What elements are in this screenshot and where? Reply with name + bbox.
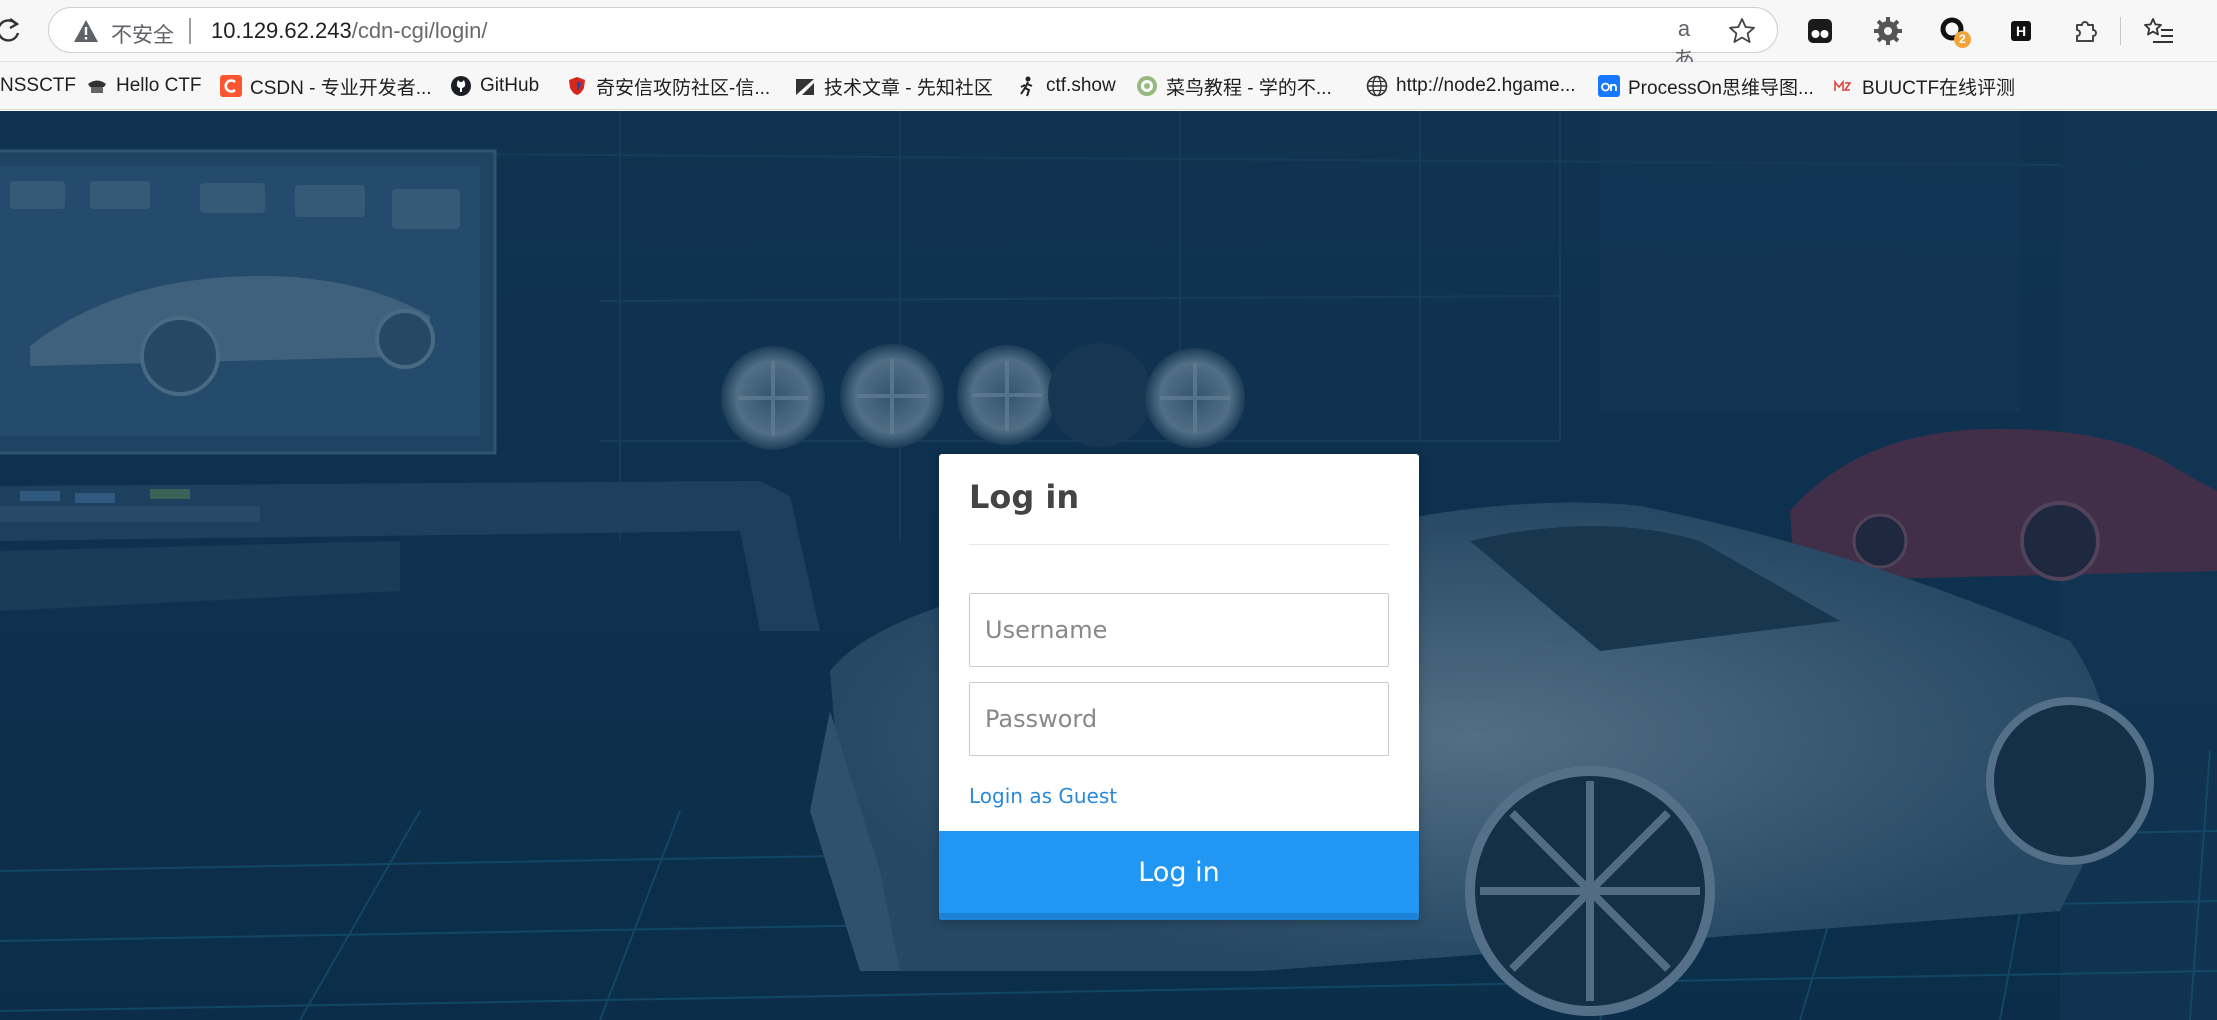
login-card: Log in Login as Guest Log in (939, 454, 1419, 920)
bookmark-hello-ctf[interactable]: Hello CTF (86, 70, 202, 102)
h-extension-icon[interactable]: H (2004, 14, 2038, 48)
login-button[interactable]: Log in (939, 831, 1419, 920)
bookmark-csdn[interactable]: CSDN - 专业开发者... (220, 70, 432, 102)
gear-extension-icon[interactable] (1871, 14, 1905, 48)
qianxin-icon (569, 77, 585, 95)
bookmark-github[interactable]: GitHub (450, 70, 539, 102)
address-bar[interactable]: 不安全 10.129.62.243/cdn-cgi/login/ aあ (48, 7, 1778, 72)
bookmarks-bar: NSSCTF Hello CTF CSDN - 专业开发者... GitHub … (0, 62, 2217, 110)
bookmark-label: 技术文章 - 先知社区 (824, 77, 993, 99)
badge-extension-icon[interactable]: 2 (1937, 14, 1971, 48)
bookmark-label: ProcessOn思维导图... (1628, 77, 1814, 99)
bookmark-xianzhi[interactable]: 技术文章 - 先知社区 (794, 70, 993, 102)
not-secure-warning-icon[interactable] (73, 18, 99, 44)
bookmark-runoob[interactable]: 菜鸟教程 - 学的不... (1136, 70, 1332, 102)
globe-icon (1366, 75, 1388, 97)
bookmark-processon[interactable]: ProcessOn思维导图... (1598, 70, 1814, 102)
extension-badge-count: 2 (1954, 31, 1971, 48)
bookmark-label: CSDN - 专业开发者... (250, 77, 432, 99)
github-icon (451, 76, 471, 96)
toolbar-separator (2120, 17, 2121, 45)
login-title: Log in (969, 478, 1080, 516)
bookmark-buuctf[interactable]: BUUCTF在线评测 (1832, 70, 2015, 102)
login-as-guest-link[interactable]: Login as Guest (969, 784, 1117, 808)
bookmark-label: 奇安信攻防社区-信... (596, 77, 771, 99)
address-divider (189, 18, 191, 44)
not-secure-label[interactable]: 不安全 (111, 19, 174, 49)
buuctf-icon (1834, 79, 1852, 91)
bookmark-label: BUUCTF在线评测 (1862, 77, 2016, 99)
bookmark-label: http://node2.hgame... (1396, 75, 1576, 96)
xianzhi-icon (796, 79, 814, 95)
processon-icon (1598, 75, 1620, 97)
csdn-icon (220, 75, 242, 97)
favorites-list-icon[interactable] (2142, 14, 2176, 48)
bookmark-label: GitHub (480, 75, 540, 96)
extensions-puzzle-icon[interactable] (2068, 14, 2102, 48)
bookmark-label: Hello CTF (116, 75, 202, 96)
tampermonkey-icon[interactable] (1803, 14, 1837, 48)
runoob-icon (1137, 76, 1157, 96)
url-text[interactable]: 10.129.62.243/cdn-cgi/login/ (211, 18, 487, 44)
ctfshow-icon (1020, 76, 1033, 97)
hello-ctf-icon (88, 80, 106, 93)
bookmark-hgame[interactable]: http://node2.hgame... (1366, 70, 1576, 102)
page-content: Log in Login as Guest Log in (0, 111, 2217, 1020)
favorite-star-icon[interactable] (1727, 16, 1757, 46)
bookmark-label: 菜鸟教程 - 学的不... (1166, 77, 1332, 99)
password-input[interactable] (969, 682, 1389, 756)
title-divider (969, 544, 1389, 545)
translate-icon[interactable]: aあ (1667, 16, 1701, 72)
bookmark-ctfshow[interactable]: ctf.show (1016, 70, 1116, 102)
url-path: /cdn-cgi/login/ (351, 18, 488, 43)
browser-toolbar: 不安全 10.129.62.243/cdn-cgi/login/ aあ 2 H (0, 0, 2217, 72)
url-host: 10.129.62.243 (211, 18, 352, 43)
bookmark-label: NSSCTF (0, 75, 76, 96)
bookmark-qianxin[interactable]: 奇安信攻防社区-信... (566, 70, 770, 102)
username-input[interactable] (969, 593, 1389, 667)
h-extension-label: H (2011, 21, 2031, 41)
bookmark-nssctf[interactable]: NSSCTF (0, 70, 76, 102)
bookmark-label: ctf.show (1046, 75, 1116, 96)
reload-icon[interactable] (0, 15, 22, 45)
